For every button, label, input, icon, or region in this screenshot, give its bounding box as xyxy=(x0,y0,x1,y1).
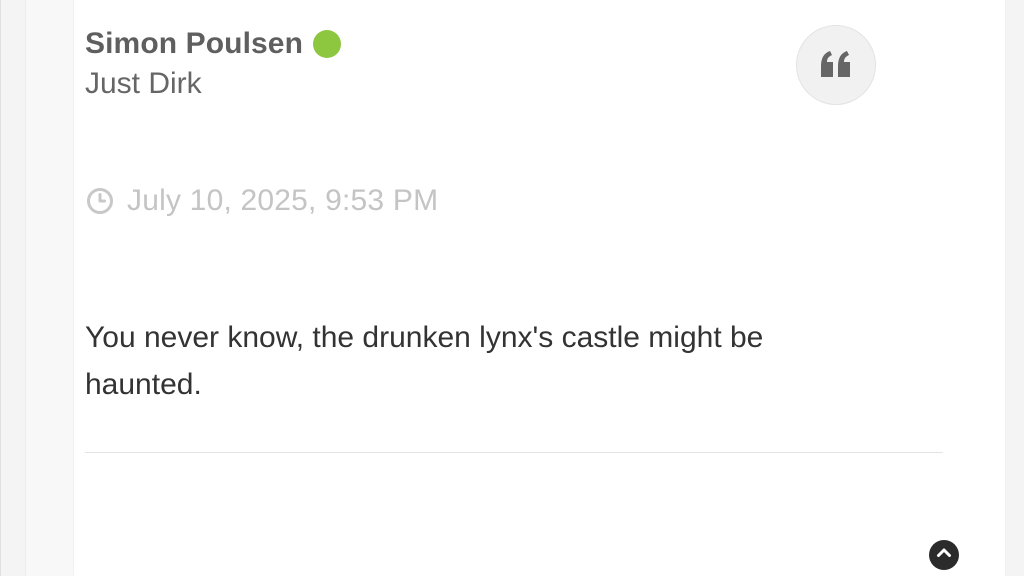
post-content: You never know, the drunken lynx's castl… xyxy=(85,321,764,401)
post-timestamp: July 10, 2025, 9:53 PM xyxy=(85,182,438,220)
online-status-dot-icon xyxy=(313,30,341,58)
post-divider xyxy=(85,452,943,453)
timestamp-text: July 10, 2025, 9:53 PM xyxy=(127,184,439,217)
quote-icon xyxy=(819,50,853,80)
clock-icon xyxy=(85,186,115,216)
author-name[interactable]: Simon Poulsen xyxy=(85,25,303,63)
author-title: Just Dirk xyxy=(85,67,202,100)
scroll-to-top-button[interactable] xyxy=(929,540,959,570)
quote-button[interactable] xyxy=(796,25,876,105)
author-line: Simon Poulsen xyxy=(85,25,341,63)
chevron-up-icon xyxy=(935,544,953,567)
forum-post-viewport: Simon Poulsen Just Dirk July 10, 2025, 9… xyxy=(0,0,1024,576)
page-edge-divider xyxy=(0,0,1,576)
